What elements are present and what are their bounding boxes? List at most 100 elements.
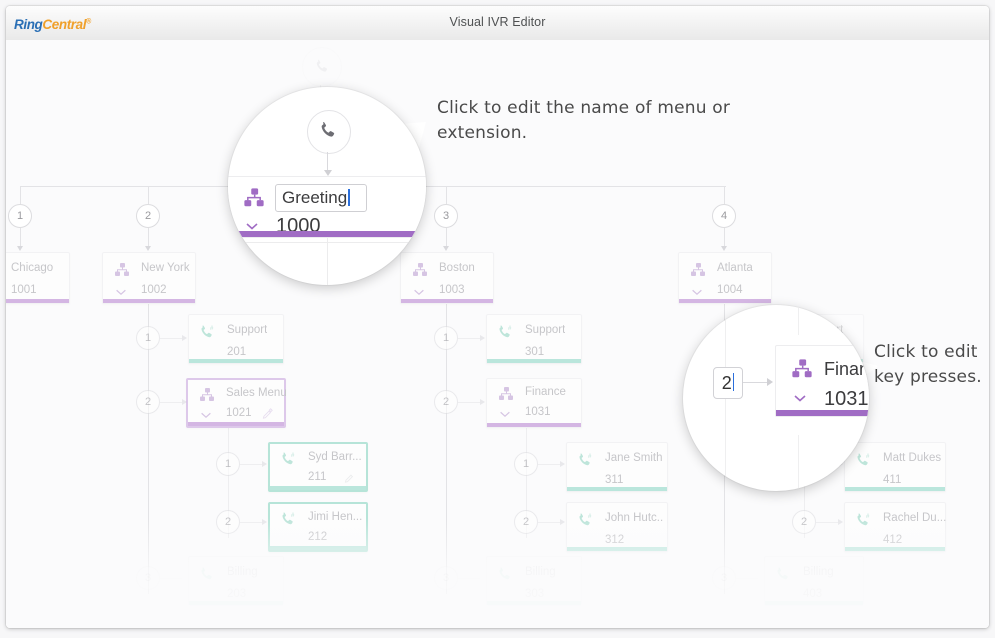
node-ny-billing-name: Billing [227, 566, 258, 578]
node-sales-menu-row-name: Sales Menu [198, 387, 287, 405]
node-newyork-accent [103, 299, 195, 303]
app-window: RingCentral® Visual IVR Editor 1 2 3 4 C… [6, 6, 989, 628]
node-boston-billing[interactable]: Billing 303 [486, 556, 582, 606]
node-chicago[interactable]: Chicago 1001 [6, 252, 70, 304]
keybutton-atlanta[interactable]: 4 [712, 204, 736, 228]
keybutton-jimi[interactable]: 2 [216, 510, 240, 534]
node-atlanta[interactable]: Atlanta 1004 [678, 252, 772, 304]
node-sales-menu[interactable]: Sales Menu 1021 [186, 378, 287, 428]
svg-text:#: # [210, 326, 214, 332]
keybutton-jane[interactable]: 1 [514, 452, 538, 476]
keybutton-chicago[interactable]: 1 [8, 204, 32, 228]
node-rachel-du[interactable]: # Rachel Du... 412 [844, 502, 946, 552]
node-ny-support-accent [189, 359, 283, 363]
node-jimi-hendrix[interactable]: # Jimi Hen... 212 [268, 502, 368, 552]
connector-syd [240, 464, 262, 465]
node-john-name: John Hutc.. [605, 512, 664, 524]
keybutton-syd[interactable]: 1 [216, 452, 240, 476]
arrow-rachel [838, 518, 843, 525]
node-ny-billing[interactable]: Billing 203 [188, 556, 284, 606]
node-matt-extension: 411 [883, 474, 902, 486]
svg-text:#: # [866, 454, 870, 460]
chevron-down-icon[interactable] [412, 285, 426, 299]
node-atlanta-billing[interactable]: Billing 403 [764, 556, 864, 606]
node-bos-billing-name: Billing [525, 566, 556, 578]
node-matt-dukes[interactable]: # Matt Dukes 411 [844, 442, 946, 492]
svg-text:#: # [866, 514, 870, 520]
node-jane-row-name: # Jane Smith [577, 452, 663, 470]
level1-drop-4b [724, 228, 725, 246]
magnified-node-finance[interactable]: Finance 1031 [775, 345, 869, 417]
node-newyork[interactable]: New York 1002 [102, 252, 196, 304]
connector-jimi [240, 522, 262, 523]
connector-jane [538, 464, 560, 465]
chevron-down-icon[interactable] [790, 390, 810, 406]
node-syd-row-name: # Syd Barr... [280, 451, 362, 469]
node-bos-support-accent [487, 359, 581, 363]
node-boston[interactable]: Boston 1003 [400, 252, 494, 304]
connector-john [538, 522, 560, 523]
node-rachel-extension: 412 [883, 534, 903, 546]
keybutton-atl-billing[interactable]: 3 [712, 566, 736, 590]
node-name-input[interactable]: Greeting [275, 184, 367, 212]
magnified-root-stem [327, 152, 328, 170]
arrow-ny-support [182, 334, 187, 341]
menu-tree-icon [792, 359, 812, 378]
menu-tree-icon [413, 263, 427, 276]
node-syd-barrett[interactable]: # Syd Barr... 211 [268, 442, 368, 492]
node-bos-billing-row-name: Billing [497, 566, 573, 584]
keypress-annotation: Click to edit key presses. [874, 340, 989, 390]
edit-pencil-icon[interactable] [343, 472, 356, 485]
svg-text:#: # [291, 453, 295, 459]
node-bos-support-name: Support [525, 324, 566, 336]
node-boston-support[interactable]: # Support 301 [486, 314, 582, 364]
level1-drop-3b [446, 228, 447, 246]
node-matt-accent [845, 487, 945, 491]
title-bar: RingCentral® Visual IVR Editor [6, 6, 989, 41]
ivr-canvas[interactable]: Greeting 1000 1 2 [6, 40, 989, 628]
keybutton-bos-support[interactable]: 1 [434, 326, 458, 350]
node-boston-extension: 1003 [439, 284, 465, 296]
menu-tree-icon [200, 388, 214, 401]
arrow-bos-finance [480, 398, 485, 405]
node-boston-finance[interactable]: Finance 1031 [486, 378, 582, 428]
keybutton-boston[interactable]: 3 [434, 204, 458, 228]
chevron-down-icon[interactable] [498, 407, 512, 421]
node-jane-smith[interactable]: # Jane Smith 311 [566, 442, 668, 492]
node-jimi-extension: 212 [308, 531, 328, 543]
root-phone-node[interactable] [302, 47, 342, 87]
keypress-input[interactable]: 2 [713, 367, 743, 399]
phone-extension-icon [499, 567, 510, 580]
keybutton-bos-billing[interactable]: 3 [434, 566, 458, 590]
magnifier-edit-keypress: 2 Finance 1031 [683, 305, 869, 491]
keypress-annotation-line1: Click to edit [874, 342, 978, 362]
svg-text:#: # [588, 454, 592, 460]
chevron-down-icon[interactable] [690, 285, 704, 299]
node-syd-name: Syd Barr... [308, 451, 362, 463]
magnified-root-phone-node[interactable] [307, 110, 351, 154]
magnified-node-greeting[interactable]: Greeting 1000 [228, 176, 426, 238]
connector-ny-support [160, 338, 182, 339]
keybutton-newyork[interactable]: 2 [136, 204, 160, 228]
keybutton-john[interactable]: 2 [514, 510, 538, 534]
edit-pencil-icon[interactable] [261, 408, 274, 421]
node-atl-billing-accent [765, 601, 863, 605]
keybutton-ny-support[interactable]: 1 [136, 326, 160, 350]
node-newyork-extension: 1002 [141, 284, 167, 296]
chevron-down-icon[interactable] [199, 408, 213, 422]
level1-drop-4 [724, 186, 725, 204]
node-ny-support[interactable]: # Support 201 [188, 314, 284, 364]
arrow-atlanta [720, 246, 727, 251]
keybutton-bos-finance[interactable]: 2 [434, 390, 458, 414]
node-john-hutchinson[interactable]: # John Hutc.. 312 [566, 502, 668, 552]
keybutton-ny-billing[interactable]: 3 [136, 566, 160, 590]
keybutton-rachel[interactable]: 2 [792, 510, 816, 534]
page-root: RingCentral® Visual IVR Editor 1 2 3 4 C… [0, 0, 995, 638]
ivr-tree: Greeting 1000 1 2 [6, 40, 989, 628]
node-atl-billing-name: Billing [803, 566, 834, 578]
phone-extension-icon: # [579, 453, 592, 466]
magnified-drop-line [327, 235, 328, 285]
window-title: Visual IVR Editor [449, 15, 546, 29]
keybutton-sales-menu[interactable]: 2 [136, 390, 160, 414]
chevron-down-icon[interactable] [114, 285, 128, 299]
